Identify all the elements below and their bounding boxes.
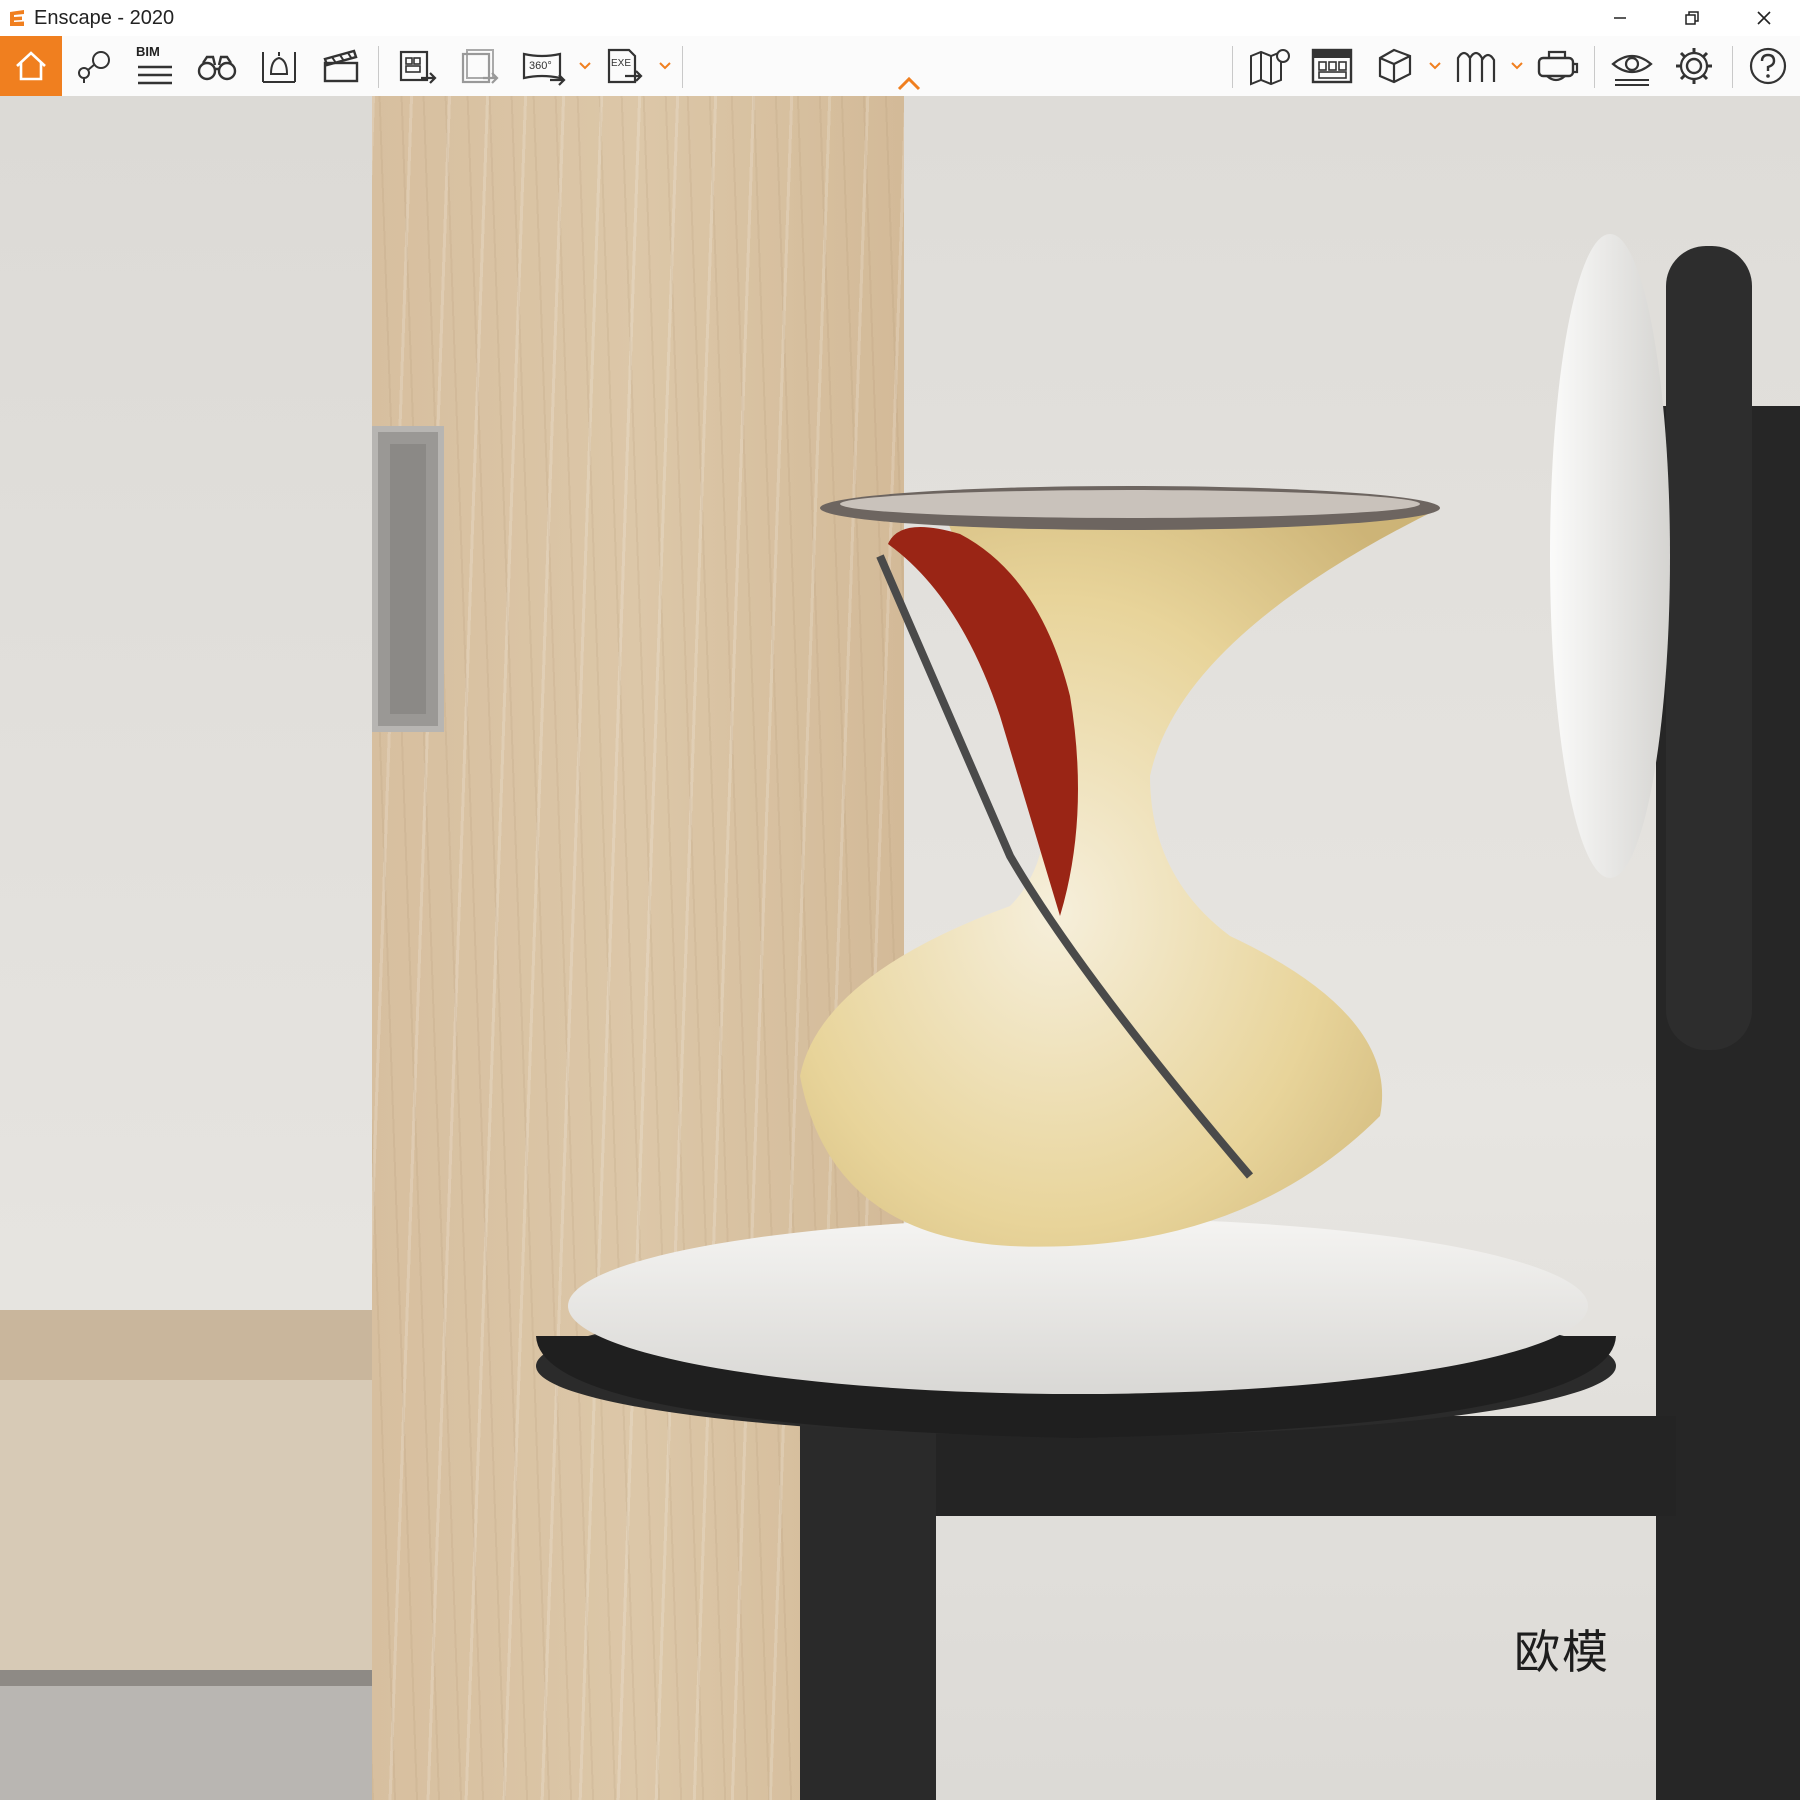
svg-text:EXE: EXE [611, 58, 631, 69]
binoculars-button[interactable] [194, 40, 240, 92]
help-question-icon [1749, 47, 1787, 85]
asset-library-button[interactable] [1308, 40, 1356, 92]
home-button[interactable] [0, 36, 62, 96]
walk-mode-button[interactable] [1452, 40, 1500, 92]
visual-settings-button[interactable] [1608, 40, 1656, 92]
enscape-logo-icon [6, 7, 28, 29]
enscape-toolbar: BIM 360° EXE [0, 36, 1800, 97]
gear-icon [1676, 48, 1712, 84]
home-icon [16, 51, 46, 81]
window-controls [1584, 0, 1800, 36]
map-pins-icon [78, 51, 110, 83]
screenshot-export-button[interactable] [394, 40, 440, 92]
help-button[interactable] [1744, 40, 1792, 92]
title-bar: Enscape - 2020 [0, 0, 1800, 36]
exe-export-button[interactable]: EXE [602, 40, 648, 92]
collapse-toolbar-chevron-icon[interactable] [896, 76, 922, 92]
eye-icon [1611, 54, 1653, 86]
window-title: Enscape - 2020 [34, 6, 175, 29]
cube-icon [1378, 48, 1412, 84]
panorama-dropdown-chevron-icon[interactable] [578, 58, 592, 72]
light-bell-icon [262, 52, 296, 83]
binoculars-icon [197, 55, 237, 81]
light-view-button[interactable] [256, 40, 302, 92]
exe-dropdown-chevron-icon[interactable] [658, 58, 672, 72]
batch-export-icon [461, 49, 499, 84]
vr-headset-icon [1537, 50, 1579, 82]
video-editor-button[interactable] [318, 40, 364, 92]
image-export-icon [399, 50, 437, 84]
minimize-button[interactable] [1584, 0, 1656, 36]
toolbar-separator [1594, 46, 1595, 88]
close-icon [1757, 11, 1771, 25]
minimize-icon [1614, 17, 1626, 19]
object-view-button[interactable] [1370, 40, 1418, 92]
render-viewport[interactable]: 欧模 [0, 96, 1800, 1800]
panorama-export-button[interactable]: 360° [520, 40, 568, 92]
panorama-360-icon: 360° [522, 52, 566, 86]
ceramic-vase [800, 486, 1440, 1247]
close-button[interactable] [1728, 0, 1800, 36]
toolbar-separator [378, 46, 379, 88]
restore-button[interactable] [1656, 0, 1728, 36]
exe-export-icon: EXE [607, 48, 643, 84]
arches-icon [1456, 51, 1496, 82]
settings-button[interactable] [1670, 40, 1718, 92]
restore-icon [1685, 11, 1699, 25]
bim-label: BIM [136, 44, 160, 59]
vr-headset-button[interactable] [1534, 40, 1582, 92]
scene-objects [536, 234, 1800, 1800]
views-button[interactable] [72, 40, 118, 92]
watermark-text: 欧模 [1514, 1626, 1610, 1678]
toolbar-separator [682, 46, 683, 88]
clapperboard-icon [323, 49, 359, 83]
map-location-icon [1250, 49, 1290, 86]
toolbar-separator [1232, 46, 1233, 88]
map-button[interactable] [1246, 40, 1294, 92]
toolbar-separator [1732, 46, 1733, 88]
walk-mode-dropdown-chevron-icon[interactable] [1510, 58, 1524, 72]
svg-text:360°: 360° [529, 60, 552, 72]
asset-library-icon [1311, 48, 1353, 84]
object-view-dropdown-chevron-icon[interactable] [1428, 58, 1442, 72]
batch-export-button[interactable] [456, 40, 502, 92]
